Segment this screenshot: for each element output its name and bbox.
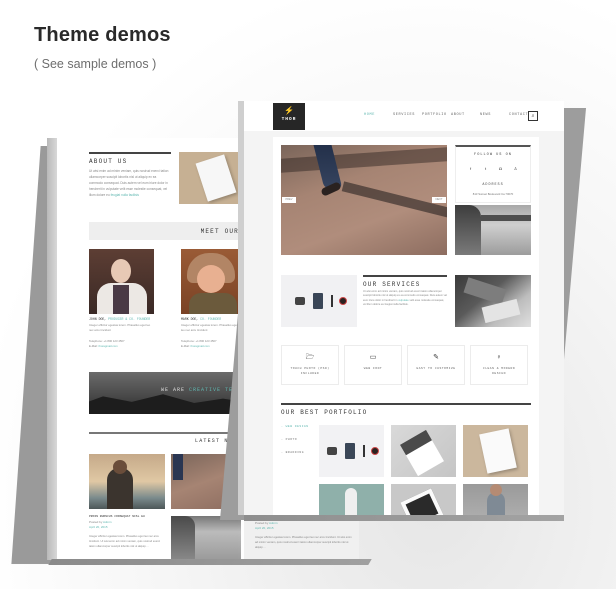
search-icon[interactable]: ⌕ (528, 111, 538, 121)
site-logo[interactable]: ⚡ THOR (273, 103, 305, 130)
about-title: ABOUT US (89, 158, 128, 165)
folder-icon: 🗁 (305, 354, 315, 361)
nav-services[interactable]: SERVICES (393, 113, 422, 117)
slider-prev-button[interactable]: PREV (282, 197, 296, 203)
front-mockup-bottom-edge (244, 515, 564, 521)
back-mockup-news-column: Posted by Admin April 20, 2015 Integer e… (244, 515, 359, 560)
feature-card[interactable]: ♀ Clean & Modern Design (470, 345, 528, 385)
edit-icon: ✎ (433, 354, 439, 361)
site-header: ⚡ THOR HOME SERVICES PORTFOLIO ABOUT NEW… (244, 101, 564, 131)
nav-news[interactable]: NEWS (480, 113, 509, 117)
team-member-bio: Integer efficitur egestas lorem. Phasell… (181, 323, 238, 332)
sample-demos-link[interactable]: ( See sample demos ) (34, 57, 156, 71)
services-title: OUR SERVICES (363, 281, 421, 288)
address-text: 813 Sunset Boulevard Ca 70070 (472, 192, 514, 196)
feature-card[interactable]: 🗁 Touch Photo (PSD) Included (281, 345, 339, 385)
portfolio-item-flyer[interactable] (391, 425, 456, 477)
news-post-date: April 20, 2015 (255, 526, 274, 530)
lightning-icon: ⚡ (284, 106, 294, 115)
news-image-sunset[interactable] (89, 454, 165, 509)
filter-photo[interactable]: - PHOTO (281, 438, 309, 441)
feature-card[interactable]: ✎ Easy to Customize (407, 345, 465, 385)
about-link[interactable]: feugiat nulla facilisis (111, 193, 139, 197)
feature-card[interactable]: ▭ Web Font (344, 345, 402, 385)
back-mockup-bottom-edge (48, 559, 372, 565)
team-photo-mark (181, 249, 241, 314)
address-title: ADDRESS (482, 183, 504, 187)
lightbulb-icon: ♀ (496, 354, 502, 361)
filter-web-design[interactable]: - WEB DESIGN (281, 425, 309, 428)
social-links: f t ◘ ♙ (465, 164, 521, 174)
instagram-icon[interactable]: ◘ (495, 164, 506, 174)
nav-portfolio[interactable]: PORTFOLIO (422, 113, 451, 117)
nav-home[interactable]: HOME (364, 113, 393, 117)
follow-widget: FOLLOW US ON f t ◘ ♙ ADDRESS 813 Sunset … (455, 145, 531, 203)
woman-lake-image (455, 205, 531, 255)
follow-title: FOLLOW US ON (474, 153, 512, 157)
news-post-date: April 20, 2015 (89, 525, 108, 529)
letterhead-image (179, 152, 243, 204)
portfolio-item-vase[interactable] (319, 484, 384, 515)
site-content: PREV NEXT FOLLOW US ON f t ◘ ♙ ADDRESS 8… (273, 137, 539, 515)
front-mockup: ⚡ THOR HOME SERVICES PORTFOLIO ABOUT NEW… (244, 101, 564, 515)
portfolio-item-letterhead[interactable] (463, 425, 528, 477)
portfolio-item-brochure[interactable] (391, 484, 456, 515)
news-post-excerpt: Integer efficitur egestas lorem. Phasell… (255, 536, 352, 550)
page-title: Theme demos (34, 24, 171, 46)
about-rule (89, 152, 171, 154)
about-text: Ut wisi enim ad minim veniam, quis nostr… (89, 168, 171, 198)
desk-items-image (281, 275, 357, 327)
services-rule (363, 275, 447, 277)
laptop-image (455, 275, 531, 327)
nav-about[interactable]: ABOUT (451, 113, 480, 117)
filter-branding[interactable]: - BRANDING (281, 451, 309, 454)
facebook-icon[interactable]: f (465, 164, 476, 174)
services-text: Ut wisi enim ad minim veniam, quis nostr… (363, 290, 447, 306)
logo-text: THOR (281, 117, 297, 122)
team-photo-john (89, 249, 154, 314)
github-icon[interactable]: ♙ (510, 164, 521, 174)
portfolio-rule (281, 403, 531, 405)
slider-next-button[interactable]: NEXT (432, 197, 446, 203)
features-row: 🗁 Touch Photo (PSD) Included ▭ Web Font … (281, 345, 528, 385)
feature-label: Easy to Customize (416, 367, 456, 370)
portfolio-item-man[interactable] (463, 484, 528, 515)
team-member-name: JOHN DOE, PRODUCER & CO. FOUNDER (89, 317, 151, 321)
twitter-icon[interactable]: t (480, 164, 491, 174)
team-member-email: E-Mail: thoragmail.com (89, 344, 118, 348)
portfolio-title: OUR BEST PORTFOLIO (281, 409, 368, 416)
portfolio-item-desk[interactable] (319, 425, 384, 477)
laptop-icon: ▭ (369, 354, 377, 361)
main-nav: HOME SERVICES PORTFOLIO ABOUT NEWS CONTA… (364, 113, 538, 117)
team-member-bio: Integer efficitur egestas lorem. Phasell… (89, 323, 151, 332)
hero-slider[interactable]: PREV NEXT (281, 145, 447, 255)
news-image-lake[interactable] (171, 516, 241, 559)
feature-label: Touch Photo (PSD) Included (290, 367, 330, 375)
back-mockup-edge (47, 138, 57, 560)
feature-label: Clean & Modern Design (482, 367, 516, 375)
portfolio-grid (319, 425, 528, 515)
portfolio-filters: - WEB DESIGN - PHOTO - BRANDING (281, 425, 309, 464)
news-post-excerpt: Integer efficitur egestas lorem. Phasell… (89, 535, 161, 549)
feature-label: Web Font (363, 367, 383, 370)
